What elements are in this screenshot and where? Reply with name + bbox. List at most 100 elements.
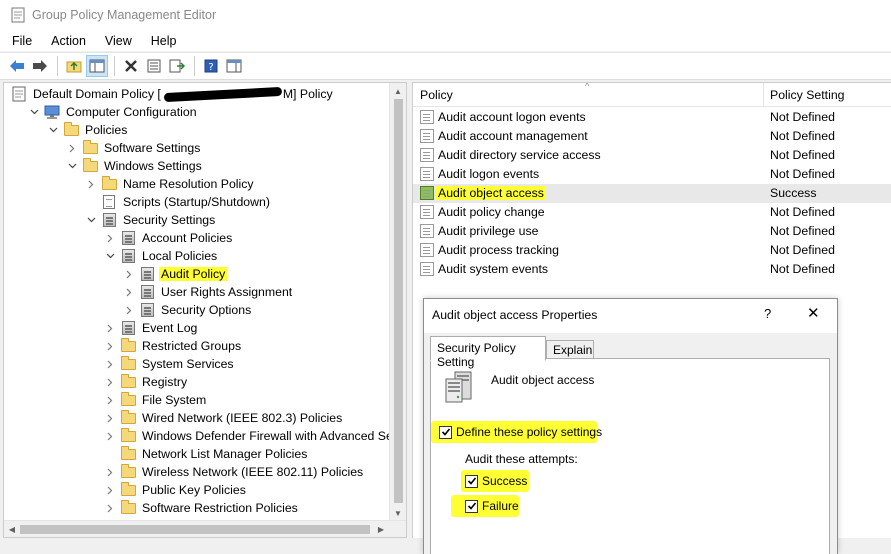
tree-item-file-system[interactable]: File System	[103, 391, 208, 409]
policy-name: Audit account logon events	[438, 110, 586, 124]
success-checkbox[interactable]	[465, 474, 478, 488]
delete-x-icon[interactable]	[120, 55, 142, 77]
help-button[interactable]: ?	[764, 306, 771, 321]
define-policy-settings-row[interactable]: Define these policy settings	[439, 425, 602, 439]
show-hide-console-tree-icon[interactable]	[86, 55, 108, 77]
policy-setting-icon	[420, 186, 434, 200]
action-pane-icon[interactable]	[223, 55, 245, 77]
scroll-up-arrow-icon[interactable]: ▲	[390, 83, 406, 99]
chevron-right-icon[interactable]	[122, 285, 136, 299]
policy-row-audit-process-tracking[interactable]: Audit process tracking Not Defined	[413, 241, 891, 260]
tree-item-security-settings[interactable]: Security Settings	[84, 211, 217, 229]
tree-item-security-options[interactable]: Security Options	[122, 301, 253, 319]
chevron-down-icon[interactable]	[84, 213, 98, 227]
tree-item-system-services[interactable]: System Services	[103, 355, 236, 373]
tree-item-windows-settings[interactable]: Windows Settings	[65, 157, 204, 175]
folder-icon	[120, 463, 136, 480]
title-bar: Group Policy Management Editor	[0, 0, 891, 30]
scroll-right-arrow-icon[interactable]: ▶	[373, 521, 389, 537]
tree-item-software-settings[interactable]: Software Settings	[65, 139, 202, 157]
chevron-right-icon[interactable]	[103, 465, 117, 479]
chevron-right-icon[interactable]	[103, 483, 117, 497]
scroll-left-arrow-icon[interactable]: ◀	[4, 521, 20, 537]
failure-row[interactable]: Failure	[465, 499, 519, 513]
help-book-icon[interactable]: ?	[200, 55, 222, 77]
policy-row-audit-logon-events[interactable]: Audit logon events Not Defined	[413, 165, 891, 184]
tree-item-network-list-manager-policies[interactable]: Network List Manager Policies	[103, 445, 309, 463]
chevron-right-icon[interactable]	[103, 357, 117, 371]
close-icon[interactable]: ✕	[807, 304, 820, 322]
tree-item-policies[interactable]: Policies	[46, 121, 129, 139]
scroll-thumb[interactable]	[20, 525, 370, 534]
chevron-right-icon[interactable]	[103, 411, 117, 425]
chevron-down-icon[interactable]	[103, 249, 117, 263]
chevron-right-icon[interactable]	[122, 267, 136, 281]
tree-item-default-domain-policy[interactable]: Default Domain Policy [M] Policy	[8, 85, 333, 103]
chevron-down-icon[interactable]	[65, 159, 79, 173]
chevron-right-icon[interactable]	[103, 501, 117, 515]
computer-icon	[44, 104, 60, 120]
console-tree[interactable]: Default Domain Policy [M] Policy Computer…	[3, 82, 407, 538]
tree-item-software-restriction-policies[interactable]: Software Restriction Policies	[103, 499, 300, 517]
export-list-icon[interactable]	[166, 55, 188, 77]
policy-row-audit-system-events[interactable]: Audit system events Not Defined	[413, 260, 891, 279]
failure-checkbox[interactable]	[465, 499, 478, 513]
policy-row-audit-object-access[interactable]: Audit object access Success	[413, 184, 891, 203]
chevron-down-icon[interactable]	[46, 123, 60, 137]
tree-item-restricted-groups[interactable]: Restricted Groups	[103, 337, 243, 355]
forward-arrow-icon[interactable]	[29, 55, 51, 77]
tree-item-audit-policy[interactable]: Audit Policy	[122, 265, 228, 283]
tab-explain[interactable]: Explain	[546, 340, 594, 360]
policy-setting-icon	[420, 224, 434, 238]
tree-item-public-key-policies[interactable]: Public Key Policies	[103, 481, 248, 499]
policy-row-audit-policy-change[interactable]: Audit policy change Not Defined	[413, 203, 891, 222]
tree-item-scripts-startup-shutdown[interactable]: Scripts (Startup/Shutdown)	[84, 193, 272, 211]
tree-item-wireless-network-ieee-802-11-policies[interactable]: Wireless Network (IEEE 802.11) Policies	[103, 463, 365, 481]
chevron-right-icon[interactable]	[103, 429, 117, 443]
menu-action[interactable]: Action	[44, 34, 93, 48]
column-header-policy[interactable]: Policy	[420, 88, 453, 102]
policy-row-audit-account-logon-events[interactable]: Audit account logon events Not Defined	[413, 108, 891, 127]
chevron-right-icon[interactable]	[65, 141, 79, 155]
chevron-right-icon[interactable]	[103, 231, 117, 245]
tree-item-event-log[interactable]: Event Log	[103, 319, 199, 337]
menu-file[interactable]: File	[5, 34, 39, 48]
scroll-thumb[interactable]	[394, 99, 403, 503]
success-row[interactable]: Success	[465, 474, 527, 488]
folder-icon	[82, 157, 98, 174]
chevron-down-icon[interactable]	[27, 105, 41, 119]
tree-item-wired-network-ieee-802-3-policies[interactable]: Wired Network (IEEE 802.3) Policies	[103, 409, 344, 427]
tree-item-user-rights-assignment[interactable]: User Rights Assignment	[122, 283, 294, 301]
doc-icon	[101, 194, 117, 210]
tab-security-policy-setting[interactable]: Security Policy Setting	[430, 336, 546, 369]
up-folder-icon[interactable]	[63, 55, 85, 77]
tree-item-registry[interactable]: Registry	[103, 373, 189, 391]
chevron-right-icon[interactable]	[103, 393, 117, 407]
chevron-right-icon[interactable]	[103, 375, 117, 389]
chevron-right-icon[interactable]	[103, 339, 117, 353]
tree-vertical-scrollbar[interactable]: ▲ ▼	[389, 83, 406, 521]
policy-setting-value: Not Defined	[770, 224, 835, 238]
chevron-right-icon[interactable]	[84, 177, 98, 191]
tree-item-name-resolution-policy[interactable]: Name Resolution Policy	[84, 175, 256, 193]
tree-item-account-policies[interactable]: Account Policies	[103, 229, 234, 247]
tree-horizontal-scrollbar[interactable]: ◀ ▶	[4, 520, 406, 537]
policy-row-audit-directory-service-access[interactable]: Audit directory service access Not Define…	[413, 146, 891, 165]
properties-icon[interactable]	[143, 55, 165, 77]
menu-help[interactable]: Help	[144, 34, 184, 48]
scroll-down-arrow-icon[interactable]: ▼	[390, 505, 406, 521]
back-arrow-icon[interactable]	[6, 55, 28, 77]
tree-item-windows-defender-firewall-with-advanced-security[interactable]: Windows Defender Firewall with Advanced …	[103, 427, 406, 445]
chevron-right-icon[interactable]	[103, 321, 117, 335]
tree-item-label: Wireless Network (IEEE 802.11) Policies	[142, 465, 364, 479]
chevron-right-icon[interactable]	[122, 303, 136, 317]
column-header-policy-setting[interactable]: Policy Setting	[770, 88, 845, 102]
define-policy-settings-checkbox[interactable]	[439, 425, 452, 439]
policy-row-audit-account-management[interactable]: Audit account management Not Defined	[413, 127, 891, 146]
policy-row-audit-privilege-use[interactable]: Audit privilege use Not Defined	[413, 222, 891, 241]
menu-view[interactable]: View	[98, 34, 139, 48]
list-column-header: Policy ^ Policy Setting	[413, 83, 891, 107]
tree-item-computer-configuration[interactable]: Computer Configuration	[27, 103, 199, 121]
tree-item-local-policies[interactable]: Local Policies	[103, 247, 219, 265]
column-divider[interactable]	[763, 83, 764, 107]
